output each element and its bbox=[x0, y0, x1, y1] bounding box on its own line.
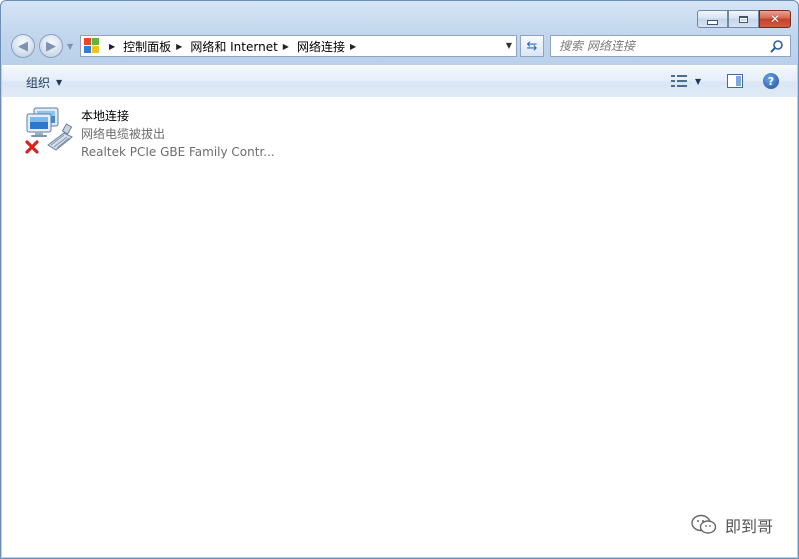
close-icon: ✕ bbox=[769, 12, 781, 26]
organize-menu-button[interactable]: 组织 ▼ bbox=[26, 74, 62, 91]
search-box[interactable] bbox=[550, 35, 791, 57]
preview-pane-icon[interactable] bbox=[727, 74, 743, 88]
minimize-icon bbox=[707, 19, 718, 25]
close-button[interactable]: ✕ bbox=[759, 10, 791, 28]
connection-adapter: Realtek PCIe GBE Family Contr... bbox=[81, 145, 275, 159]
explorer-window: ✕ ◀ ▶ ▼ ▶ 控制面板 ▶ 网络和 Internet ▶ 网络连接 ▶ ▼… bbox=[0, 0, 799, 559]
chevron-down-icon: ▼ bbox=[56, 78, 63, 87]
breadcrumb-separator-icon[interactable]: ▶ bbox=[176, 42, 182, 51]
help-label: ? bbox=[767, 74, 775, 88]
breadcrumb-separator-icon[interactable]: ▶ bbox=[350, 42, 356, 51]
window-controls: ✕ bbox=[697, 10, 791, 28]
maximize-icon bbox=[739, 15, 748, 23]
breadcrumb-separator-icon[interactable]: ▶ bbox=[283, 42, 289, 51]
address-bar[interactable]: ▶ 控制面板 ▶ 网络和 Internet ▶ 网络连接 ▶ ▼ bbox=[80, 35, 517, 57]
network-adapter-disconnected-icon bbox=[25, 107, 73, 154]
back-arrow-icon: ◀ bbox=[18, 38, 28, 54]
refresh-icon: ⇆ bbox=[526, 38, 538, 54]
search-input[interactable] bbox=[559, 39, 769, 53]
watermark-text: 即到哥 bbox=[724, 517, 773, 536]
file-list-area[interactable]: 本地连接 网络电缆被拔出 Realtek PCIe GBE Family Con… bbox=[2, 97, 797, 557]
change-view-button[interactable]: ▼ bbox=[671, 74, 701, 88]
back-button[interactable]: ◀ bbox=[11, 34, 35, 58]
breadcrumb-network-internet[interactable]: 网络和 Internet bbox=[190, 38, 277, 55]
forward-arrow-icon: ▶ bbox=[46, 38, 56, 54]
connection-status: 网络电缆被拔出 bbox=[81, 127, 166, 141]
views-icon bbox=[671, 74, 687, 88]
breadcrumb-control-panel[interactable]: 控制面板 bbox=[123, 38, 171, 55]
forward-button[interactable]: ▶ bbox=[39, 34, 63, 58]
breadcrumb-separator-icon[interactable]: ▶ bbox=[109, 42, 115, 51]
recent-pages-dropdown[interactable]: ▼ bbox=[67, 42, 73, 51]
maximize-button[interactable] bbox=[728, 10, 759, 28]
chevron-down-icon[interactable]: ▼ bbox=[695, 77, 701, 86]
connection-details: 本地连接 网络电缆被拔出 Realtek PCIe GBE Family Con… bbox=[81, 107, 275, 161]
list-item[interactable]: 本地连接 网络电缆被拔出 Realtek PCIe GBE Family Con… bbox=[24, 105, 284, 161]
command-toolbar: 组织 ▼ ▼ ? bbox=[2, 65, 797, 98]
watermark: 即到哥 bbox=[691, 513, 773, 537]
address-history-dropdown[interactable]: ▼ bbox=[506, 41, 512, 50]
control-panel-icon bbox=[84, 38, 100, 54]
navigation-bar: ◀ ▶ ▼ ▶ 控制面板 ▶ 网络和 Internet ▶ 网络连接 ▶ ▼ ⇆ bbox=[1, 32, 798, 62]
refresh-button[interactable]: ⇆ bbox=[520, 35, 544, 57]
help-icon[interactable]: ? bbox=[763, 73, 779, 89]
organize-label: 组织 bbox=[26, 76, 51, 90]
breadcrumb-network-connections[interactable]: 网络连接 bbox=[297, 38, 345, 55]
connection-name: 本地连接 bbox=[81, 109, 130, 123]
minimize-button[interactable] bbox=[697, 10, 728, 28]
chat-bubble-icon bbox=[691, 514, 717, 534]
search-icon[interactable] bbox=[770, 39, 784, 53]
